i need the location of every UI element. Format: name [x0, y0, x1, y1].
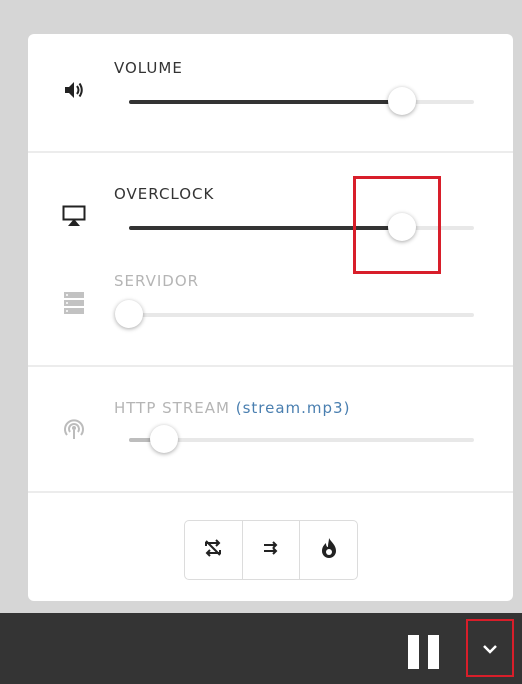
volume-slider-handle[interactable]: [387, 87, 416, 115]
sequential-button[interactable]: [243, 521, 301, 579]
airplay-icon: [62, 204, 86, 228]
flame-button[interactable]: [300, 521, 357, 579]
stream-file-link[interactable]: (stream.mp3): [236, 399, 351, 417]
broadcast-icon: [62, 417, 86, 441]
http-stream-title: HTTP STREAM: [114, 399, 230, 417]
audio-settings-panel: VOLUME OVERCLOCK SERVIDOR HTTP STREAM (s…: [28, 34, 513, 601]
servidor-slider[interactable]: [115, 300, 474, 328]
divider: [28, 365, 513, 367]
speaker-icon: [62, 78, 86, 102]
servidor-label: SERVIDOR: [114, 272, 200, 290]
volume-slider-fill: [129, 100, 402, 104]
http-stream-slider-handle[interactable]: [149, 425, 178, 453]
playback-mode-buttons: [184, 520, 358, 580]
repeat-off-button[interactable]: [185, 521, 243, 579]
divider: [28, 491, 513, 493]
repeat-off-icon: [203, 538, 223, 562]
overclock-label: OVERCLOCK: [114, 185, 215, 203]
sequential-icon: [261, 538, 281, 562]
flame-icon: [320, 537, 338, 563]
player-bar: [0, 613, 522, 684]
chevron-down-icon: [482, 639, 498, 658]
pause-button[interactable]: [408, 635, 440, 669]
divider: [28, 151, 513, 153]
overclock-handle-highlight: [353, 176, 441, 274]
collapse-button[interactable]: [466, 619, 514, 677]
volume-slider[interactable]: [129, 87, 474, 115]
servidor-slider-handle[interactable]: [115, 300, 143, 328]
http-stream-label: HTTP STREAM (stream.mp3): [114, 399, 350, 417]
http-stream-slider[interactable]: [129, 425, 474, 453]
volume-label: VOLUME: [114, 59, 183, 77]
server-icon: [62, 291, 86, 315]
